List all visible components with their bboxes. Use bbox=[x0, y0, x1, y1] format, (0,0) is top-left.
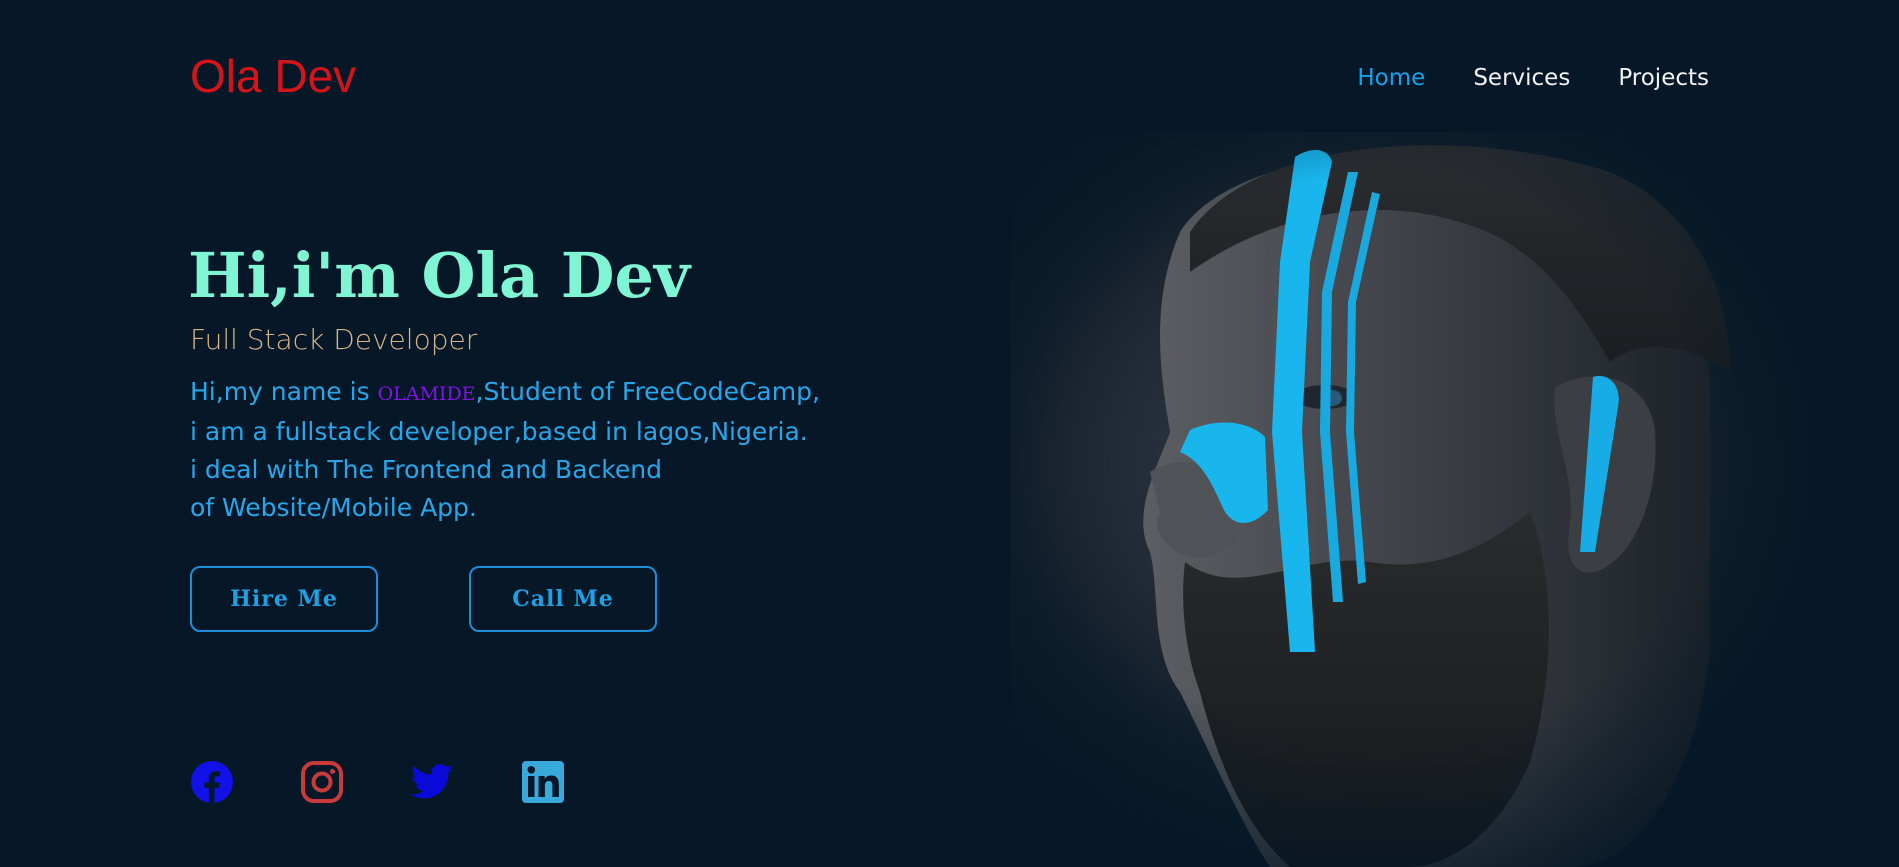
bio-name-highlight: OLAMIDE bbox=[377, 383, 476, 405]
call-me-button[interactable]: Call Me bbox=[469, 566, 657, 632]
twitter-icon[interactable] bbox=[410, 760, 454, 804]
linkedin-icon[interactable] bbox=[521, 760, 565, 804]
hero-bio: Hi,my name is OLAMIDE,Student of FreeCod… bbox=[190, 373, 820, 527]
bio-line-1: Hi,my name is OLAMIDE,Student of FreeCod… bbox=[190, 373, 820, 413]
instagram-icon[interactable] bbox=[300, 760, 344, 804]
bio-line-1-prefix: Hi,my name is bbox=[190, 377, 378, 406]
bio-line-1-suffix: ,Student of FreeCodeCamp, bbox=[475, 377, 820, 406]
hero-subtitle: Full Stack Developer bbox=[190, 323, 478, 356]
facebook-icon[interactable] bbox=[190, 760, 234, 804]
bio-line-2: i am a fullstack developer,based in lago… bbox=[190, 417, 808, 446]
nav-home-link[interactable]: Home bbox=[1357, 62, 1425, 94]
nav-projects-link[interactable]: Projects bbox=[1618, 62, 1709, 94]
hero-headline: Hi,i'm Ola Dev bbox=[188, 239, 690, 312]
site-logo[interactable]: Ola Dev bbox=[190, 48, 356, 104]
hire-me-button[interactable]: Hire Me bbox=[190, 566, 378, 632]
bio-line-4: of Website/Mobile App. bbox=[190, 493, 477, 522]
bio-line-3: i deal with The Frontend and Backend bbox=[190, 455, 662, 484]
hero-portrait-image bbox=[1010, 132, 1840, 867]
main-nav: Home Services Projects bbox=[1357, 62, 1709, 94]
nav-services-link[interactable]: Services bbox=[1473, 62, 1570, 94]
